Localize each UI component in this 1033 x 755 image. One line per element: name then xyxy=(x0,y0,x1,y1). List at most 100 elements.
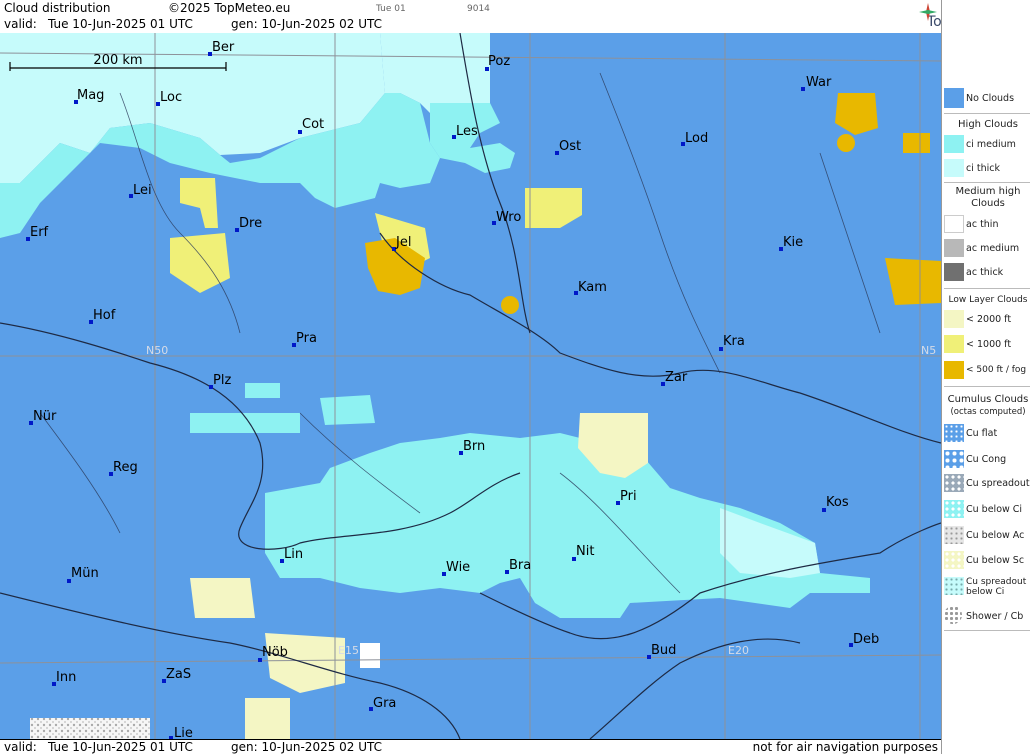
grid-label: N5 xyxy=(921,344,936,357)
cu-flat-swatch xyxy=(944,424,964,442)
footer-bar: valid: Tue 10-Jun-2025 01 UTC gen: 10-Ju… xyxy=(0,739,941,755)
fog-patch-ne xyxy=(903,133,930,153)
city-label: War xyxy=(806,75,832,90)
legend-label: Cu spreadout xyxy=(966,478,1030,489)
legend-label: No Clouds xyxy=(966,93,1015,104)
city-label: Dre xyxy=(239,216,262,231)
cloud-map[interactable]: 200 km N50 N5 E15 E20 Ber Poz Mag Loc Wa… xyxy=(0,33,941,739)
legend-label: Cu below Ci xyxy=(966,504,1023,515)
time-tab[interactable]: Tue 01 xyxy=(376,4,406,14)
low-1000-swatch xyxy=(944,335,964,353)
city-label: Kra xyxy=(723,334,745,349)
copyright: ©2025 TopMeteo.eu xyxy=(168,1,291,15)
legend-label: < 2000 ft xyxy=(966,314,1012,325)
city-label: Kos xyxy=(826,495,849,510)
city-label: Nür xyxy=(33,409,57,424)
city-label: Lie xyxy=(174,726,193,739)
city-label: Reg xyxy=(113,460,138,475)
valid-label: valid: xyxy=(4,17,37,31)
city-label: Bra xyxy=(509,558,531,573)
grid-label: E20 xyxy=(728,644,749,657)
no-clouds-swatch xyxy=(944,88,964,108)
low-2000-area-lin xyxy=(190,578,255,618)
cu-spread-ci-swatch xyxy=(944,577,964,595)
city-label: Plz xyxy=(213,373,231,388)
footer-valid-label: valid: xyxy=(4,740,37,754)
legend-label: Cu spreadout below Ci xyxy=(966,577,1027,597)
legend-heading-high: High Clouds xyxy=(958,119,1018,130)
footer-disclaimer: not for air navigation purposes xyxy=(752,740,938,754)
ci-medium-swatch xyxy=(944,135,964,153)
legend-label: Cu below Ac xyxy=(966,530,1025,541)
ci-medium-patch-w2 xyxy=(245,383,280,398)
city-label: Wie xyxy=(446,560,470,575)
city-label: Kam xyxy=(578,280,607,295)
header-bar: Cloud distribution ©2025 TopMeteo.eu Tue… xyxy=(0,0,994,34)
city-label: Mag xyxy=(77,88,104,103)
city-label: Bud xyxy=(651,643,676,658)
cu-below-ac-swatch xyxy=(944,526,964,544)
legend-label: < 500 ft / fog xyxy=(966,365,1027,375)
ci-medium-patch-plz xyxy=(320,395,375,425)
legend-heading-medium: Medium high Clouds xyxy=(955,186,1021,209)
cu-cong-swatch xyxy=(944,450,964,468)
legend-panel: No Clouds High Clouds ci medium ci thick… xyxy=(941,0,1033,754)
ac-thick-swatch xyxy=(944,263,964,281)
valid-time: Tue 10-Jun-2025 01 UTC xyxy=(48,17,193,31)
ac-thin-swatch xyxy=(944,215,964,233)
legend-subheading-cumulus: (octas computed) xyxy=(950,407,1026,417)
legend-label: ac thick xyxy=(966,267,1004,278)
map-code: 9014 xyxy=(467,4,490,14)
ac-thin-patch xyxy=(360,643,380,668)
city-label: Les xyxy=(456,124,478,139)
city-label: Hof xyxy=(93,308,116,323)
city-label: Inn xyxy=(56,670,76,685)
city-label: Jel xyxy=(395,235,411,250)
city-label: Lei xyxy=(133,183,152,198)
grid-label: N50 xyxy=(146,344,168,357)
cu-spreadout-swatch xyxy=(944,474,964,492)
ac-medium-swatch xyxy=(944,239,964,257)
city-label: Mün xyxy=(71,566,99,581)
generated-time: gen: 10-Jun-2025 02 UTC xyxy=(231,17,383,31)
legend-label: Cu Cong xyxy=(966,454,1007,465)
city-label: Deb xyxy=(853,632,879,647)
low-2000-area-lie xyxy=(245,698,290,739)
fog-swatch xyxy=(944,361,964,379)
map-title: Cloud distribution xyxy=(4,1,111,15)
compass-icon xyxy=(919,3,937,21)
city-label: Kie xyxy=(783,235,803,250)
legend-label: Cu below Sc xyxy=(966,555,1025,566)
grid-label: E15 xyxy=(338,644,359,657)
legend-heading-cumulus: Cumulus Clouds xyxy=(947,394,1029,405)
city-label: Erf xyxy=(30,225,49,240)
legend-heading-low: Low Layer Clouds xyxy=(948,295,1028,305)
fog-patch-kam xyxy=(501,296,519,314)
legend-label: ac medium xyxy=(966,243,1020,254)
city-label: Brn xyxy=(463,439,485,454)
scale-label: 200 km xyxy=(93,53,142,68)
city-label: Wro xyxy=(496,210,521,225)
city-label: Poz xyxy=(488,54,510,69)
city-label: Nöb xyxy=(262,645,288,660)
footer-valid-time: Tue 10-Jun-2025 01 UTC xyxy=(48,740,193,754)
city-label: Lin xyxy=(284,547,303,562)
city-marker xyxy=(801,87,805,91)
city-label: Nit xyxy=(576,544,594,559)
cu-below-sc-swatch xyxy=(944,551,964,569)
legend-label: ac thin xyxy=(966,219,999,230)
legend-label: ci thick xyxy=(966,163,1000,174)
city-label: Ost xyxy=(559,139,581,154)
city-label: ZaS xyxy=(166,667,191,682)
legend-label: ci medium xyxy=(966,139,1016,150)
fog-patch-war xyxy=(837,134,855,152)
city-label: Pri xyxy=(620,489,637,504)
footer-generated-time: gen: 10-Jun-2025 02 UTC xyxy=(231,740,383,754)
city-label: Gra xyxy=(373,696,396,711)
city-label: Ber xyxy=(212,40,235,55)
cu-below-ci-swatch xyxy=(944,500,964,518)
legend-label: Shower / Cb xyxy=(966,611,1024,622)
map-canvas: 200 km N50 N5 E15 E20 Ber Poz Mag Loc Wa… xyxy=(0,33,941,739)
legend-label: < 1000 ft xyxy=(966,339,1012,350)
city-label: Lod xyxy=(685,131,708,146)
